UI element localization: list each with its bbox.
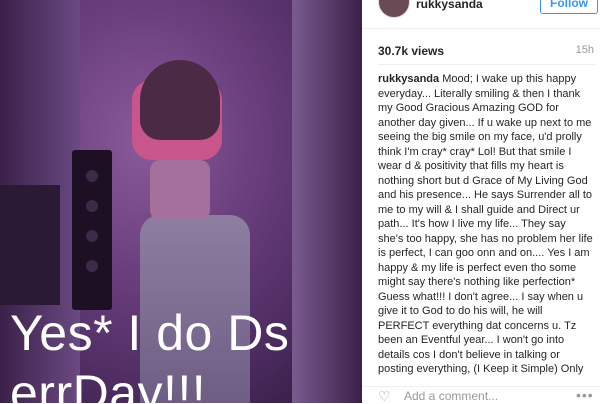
divider xyxy=(378,64,596,65)
overlay-line-2: errDay!!! xyxy=(10,365,207,403)
more-options-icon[interactable]: ••• xyxy=(576,387,594,403)
post-sidebar: rukkysanda Follow 30.7k views 15h rukkys… xyxy=(362,0,600,403)
avatar[interactable] xyxy=(378,0,410,18)
caption-username[interactable]: rukkysanda xyxy=(378,73,439,85)
tv-stand xyxy=(0,185,60,305)
comment-bar: ♡ Add a comment... ••• xyxy=(362,386,600,404)
post-header: rukkysanda Follow xyxy=(362,0,600,29)
person-head xyxy=(140,60,220,140)
post-time[interactable]: 15h xyxy=(576,44,594,56)
follow-button[interactable]: Follow xyxy=(540,0,598,14)
post-video[interactable]: Yes* I do Ds errDay!!! xyxy=(0,0,362,403)
background-wall xyxy=(292,0,362,403)
heart-icon[interactable]: ♡ xyxy=(378,389,392,403)
overlay-line-1: Yes* I do Ds xyxy=(10,305,290,361)
speaker xyxy=(72,150,112,310)
comment-input[interactable]: Add a comment... xyxy=(404,389,498,403)
username[interactable]: rukkysanda xyxy=(416,0,483,11)
post-caption: rukkysanda Mood; I wake up this happy ev… xyxy=(378,72,594,377)
video-overlay-text: Yes* I do Ds errDay!!! xyxy=(10,303,289,403)
caption-text: Mood; I wake up this happy everyday... L… xyxy=(378,73,593,375)
view-count: 30.7k views xyxy=(378,44,445,58)
person-waist xyxy=(150,160,210,220)
